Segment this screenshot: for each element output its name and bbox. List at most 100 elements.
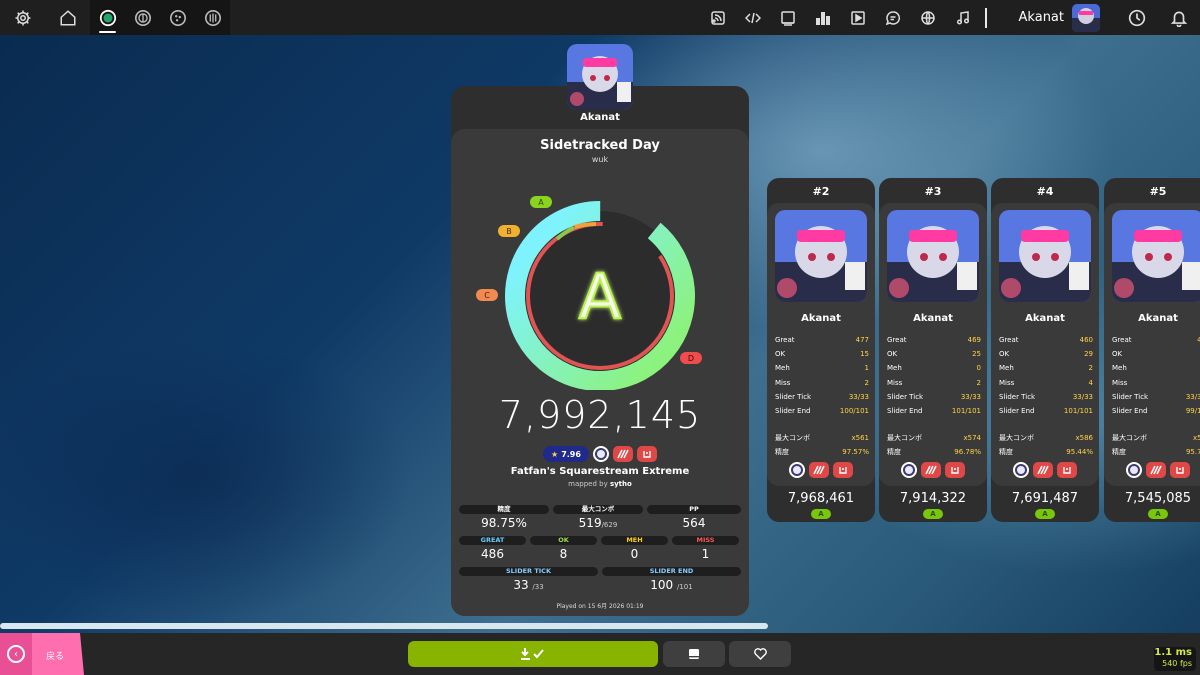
mod-hidden-icon: [945, 462, 965, 478]
mod-hard-rock-icon: [1146, 462, 1166, 478]
changelog-button[interactable]: [736, 0, 771, 35]
taiko-ruleset-icon: [134, 9, 151, 26]
stat-line-slider_end: Slider End 100/101: [775, 407, 869, 416]
grade-marker-c-label: C: [484, 291, 490, 300]
stat-line-slider_tick: Slider Tick33/33: [887, 392, 981, 401]
star-rating-value: 7.96: [561, 449, 581, 459]
pp-value: 564: [682, 516, 706, 530]
mod-hard-rock-icon: [921, 462, 941, 478]
leaderboard-username: Akanat: [1025, 313, 1065, 324]
book-icon: [689, 649, 699, 659]
leaderboard-grade: A: [1035, 509, 1055, 519]
player-avatar[interactable]: [567, 44, 633, 110]
leaderboard-avatar[interactable]: [775, 210, 867, 302]
stat-meh: MEH 0: [601, 536, 668, 561]
user-button[interactable]: Akanat: [991, 0, 1116, 35]
leaderboard-score: 7,545,085: [1124, 491, 1192, 506]
ranking-icon: [816, 11, 831, 25]
stat-line-great: Great 477: [775, 336, 869, 345]
mod-hard-rock-icon: [1033, 462, 1053, 478]
now-playing-button[interactable]: [946, 0, 981, 35]
stat-line-miss: Miss: [1112, 378, 1128, 387]
back-arrow-icon: ‹: [7, 645, 25, 663]
leaderboard-avatar[interactable]: [999, 210, 1091, 302]
mod-classic-icon: [1126, 462, 1142, 478]
osu-ruleset-icon: [99, 9, 116, 26]
home-icon: [60, 9, 75, 25]
stat-line-meh: Meh 0: [887, 364, 981, 373]
stat-line-meh: Meh: [1112, 364, 1127, 373]
back-button[interactable]: ‹: [0, 633, 84, 675]
news-icon: [711, 10, 725, 25]
ruleset-mania[interactable]: [195, 0, 230, 35]
clock-icon: [1128, 9, 1146, 26]
stat-line-max-combo: 最大コンボ x586: [999, 434, 1093, 443]
back-label: 戻る: [46, 652, 65, 662]
grade-marker-a-label: A: [538, 198, 544, 207]
star-icon: ★: [551, 449, 559, 459]
mod-classic-icon: [901, 462, 917, 478]
chat-icon: [885, 10, 901, 25]
mapper-name[interactable]: sytho: [610, 480, 632, 488]
stat-line-accuracy: 精度 97.57%: [775, 448, 869, 457]
beatmap-listing-button[interactable]: [841, 0, 876, 35]
mania-ruleset-icon: [204, 9, 221, 26]
social-button[interactable]: [911, 0, 946, 35]
globe-icon: [921, 10, 935, 25]
mod-hidden-icon[interactable]: [636, 446, 657, 462]
stat-line-great: Great 469: [887, 336, 981, 345]
leaderboard-grade: A: [1148, 509, 1168, 519]
mod-hidden-icon: [1170, 462, 1190, 478]
leaderboard-avatar[interactable]: [1112, 210, 1200, 302]
grade-marker-b-label: B: [506, 227, 512, 236]
wiki-icon: [781, 10, 795, 26]
download-replay-button[interactable]: [408, 641, 658, 667]
stat-line-accuracy: 精度95.71: [1112, 448, 1200, 457]
code-icon: [745, 12, 762, 23]
download-check-icon: [521, 648, 544, 660]
stat-line-max-combo: 最大コンボx56: [1112, 434, 1200, 443]
rankings-button[interactable]: [806, 0, 841, 35]
notifications-button[interactable]: [1158, 0, 1200, 35]
ruleset-osu[interactable]: [90, 0, 125, 35]
played-date: Played on 15 6月 2026 01:19: [556, 603, 644, 610]
bell-icon: [1170, 11, 1188, 27]
great-value: 486: [481, 547, 504, 561]
beatmap-listing-icon: [851, 10, 865, 25]
star-rating-badge[interactable]: ★ 7.96: [543, 446, 589, 462]
ruleset-taiko[interactable]: [125, 0, 160, 35]
ruleset-catch[interactable]: [160, 0, 195, 35]
stat-accuracy: 精度 98.75%: [459, 505, 549, 530]
difficulty-name: Fatfan's Squarestream Extreme: [510, 466, 690, 477]
stat-line-miss: Miss 2: [887, 378, 981, 387]
mapped-by-label: mapped by: [568, 480, 608, 488]
leaderboard-avatar[interactable]: [887, 210, 979, 302]
horizontal-scrollbar[interactable]: [0, 623, 768, 629]
wiki-button[interactable]: [771, 0, 806, 35]
music-icon: [956, 10, 970, 25]
stat-great: GREAT 486: [459, 536, 526, 561]
leaderboard-rank: #5: [1149, 185, 1167, 198]
fps-value: 540 fps: [1162, 659, 1192, 668]
stat-line-max-combo: 最大コンボ x574: [887, 434, 981, 443]
favourite-button[interactable]: [729, 641, 791, 667]
settings-button[interactable]: [0, 0, 45, 35]
home-button[interactable]: [45, 0, 90, 35]
mod-classic-icon[interactable]: [592, 446, 609, 462]
stat-line-ok: OK 25: [887, 350, 981, 359]
accuracy-value: 98.75%: [481, 516, 527, 530]
leaderboard-stats: Great 477 OK 15 Meh 1 Miss 2 Slider Tick 33/33 Sli…: [775, 333, 869, 460]
stat-line-accuracy: 精度 95.44%: [999, 448, 1093, 457]
mod-classic-icon: [789, 462, 805, 478]
total-score: 7,992,145: [498, 393, 702, 437]
clock-button[interactable]: [1116, 0, 1158, 35]
view-beatmap-button[interactable]: [663, 641, 725, 667]
stat-miss: MISS 1: [672, 536, 739, 561]
leaderboard-rank: #4: [1036, 185, 1054, 198]
chat-button[interactable]: [876, 0, 911, 35]
meh-value: 0: [630, 547, 639, 561]
stat-slider-end: SLIDER END 100 /101: [602, 567, 741, 592]
news-button[interactable]: [701, 0, 736, 35]
mod-hard-rock-icon[interactable]: [612, 446, 633, 462]
leaderboard-rank: #2: [812, 185, 830, 198]
